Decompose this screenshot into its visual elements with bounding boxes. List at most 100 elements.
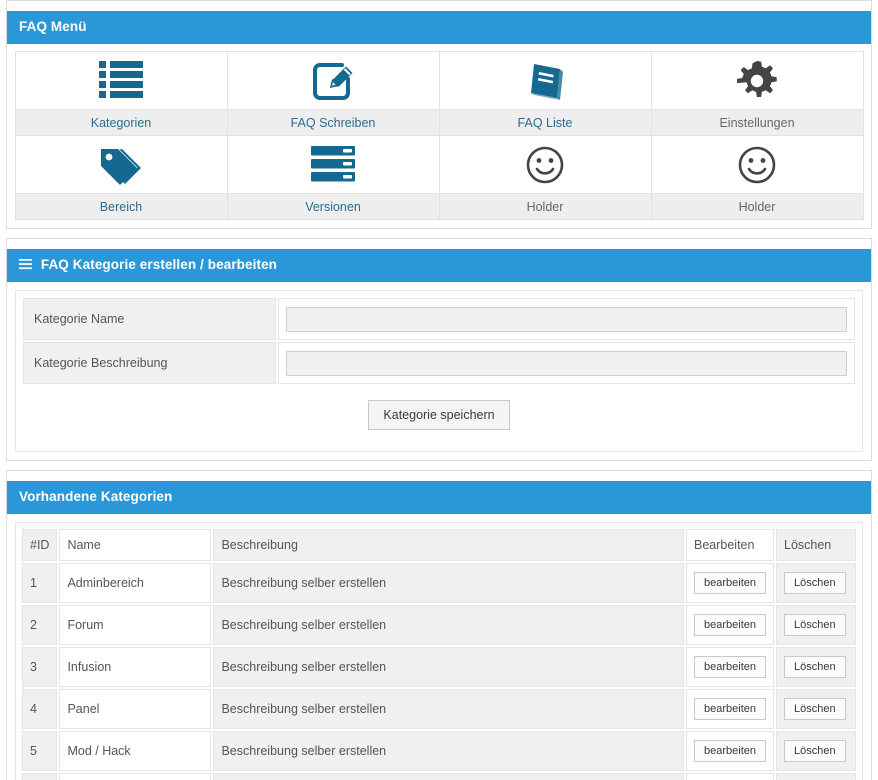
menu-cell-faq-liste-2[interactable]: FAQ Liste	[438, 51, 652, 136]
cell-delete: Löschen	[776, 772, 856, 780]
cell-description: Beschreibung selber erstellen	[213, 730, 684, 771]
cell-edit: bearbeiten	[686, 730, 774, 771]
smiley-icon[interactable]	[651, 136, 863, 193]
existing-categories-panel-title: Vorhandene Kategorien	[19, 489, 173, 504]
cell-name: Theme	[59, 772, 212, 780]
cell-description: Beschreibung selber erstellen	[213, 688, 684, 729]
category-form-panel-title: FAQ Kategorie erstellen / bearbeiten	[40, 256, 278, 272]
cell-delete: Löschen	[776, 562, 856, 603]
category-form-panel-body: Kategorie Name Kategorie Beschreibung Ka…	[7, 282, 871, 460]
faq-menu-panel-header: FAQ Menü	[7, 11, 871, 44]
category-form-panel-header: FAQ Kategorie erstellen / bearbeiten	[7, 248, 871, 282]
edit-button[interactable]: bearbeiten	[694, 613, 766, 636]
cell-edit: bearbeiten	[686, 604, 774, 645]
column-header-c-ds: Beschreibung	[213, 528, 684, 561]
page-root: FAQ Menü Kategorien FAQ Schreiben FAQ Li…	[0, 0, 878, 780]
category-form-table: Kategorie Name Kategorie Beschreibung	[21, 296, 857, 386]
cell-description: Beschreibung selber erstellen	[213, 562, 684, 603]
faq-menu-panel-body: Kategorien FAQ Schreiben FAQ Liste Einst…	[7, 43, 871, 228]
list-icon[interactable]	[15, 52, 227, 109]
menu-label[interactable]: Versionen	[227, 193, 439, 219]
menu-grid: Kategorien FAQ Schreiben FAQ Liste Einst…	[14, 51, 864, 220]
menu-cell-holder-6[interactable]: Holder	[438, 135, 652, 220]
cell-id: 4	[22, 688, 58, 729]
table-row: 4 Panel Beschreibung selber erstellen be…	[22, 688, 856, 729]
cell-id: 5	[22, 730, 58, 771]
menu-label[interactable]: FAQ Schreiben	[227, 109, 439, 135]
gear-icon[interactable]	[651, 52, 863, 109]
menu-label[interactable]: Holder	[651, 193, 863, 219]
cell-name: Infusion	[59, 646, 212, 687]
category-name-input[interactable]	[286, 306, 847, 332]
smiley-icon[interactable]	[439, 136, 651, 193]
menu-label[interactable]: Kategorien	[15, 109, 227, 135]
cell-name: Adminbereich	[59, 562, 212, 603]
category-form: Kategorie Name Kategorie Beschreibung Ka…	[15, 290, 863, 452]
existing-categories-panel: Vorhandene Kategorien #ID Name Beschreib…	[6, 481, 872, 780]
table-row: 3 Infusion Beschreibung selber erstellen…	[22, 646, 856, 687]
menu-cell-faq-schreiben-1[interactable]: FAQ Schreiben	[226, 51, 440, 136]
edit-button[interactable]: bearbeiten	[694, 571, 766, 594]
form-submit-row: Kategorie speichern	[21, 386, 857, 446]
save-category-button[interactable]: Kategorie speichern	[368, 400, 510, 430]
category-form-panel: FAQ Kategorie erstellen / bearbeiten Kat…	[6, 248, 872, 461]
cell-id: 1	[22, 562, 58, 603]
book-icon[interactable]	[439, 52, 651, 109]
form-row: Kategorie Beschreibung	[23, 342, 855, 384]
category-description-input[interactable]	[286, 350, 847, 376]
menu-cell-holder-7[interactable]: Holder	[650, 135, 864, 220]
column-header-c-id: #ID	[22, 528, 58, 561]
menu-label[interactable]: FAQ Liste	[439, 109, 651, 135]
table-row: 6 Theme Beschreibung selber erstellen be…	[22, 772, 856, 780]
cell-name: Panel	[59, 688, 212, 729]
tags-icon[interactable]	[15, 136, 227, 193]
delete-button[interactable]: Löschen	[784, 571, 846, 594]
cell-id: 3	[22, 646, 58, 687]
cell-id: 6	[22, 772, 58, 780]
categories-table-wrapper: #ID Name Beschreibung Bearbeiten Löschen…	[15, 521, 863, 780]
menu-cell-versionen-5[interactable]: Versionen	[226, 135, 440, 220]
edit-button[interactable]: bearbeiten	[694, 655, 766, 678]
table-header-row: #ID Name Beschreibung Bearbeiten Löschen	[22, 528, 856, 561]
menu-cell-kategorien-0[interactable]: Kategorien	[14, 51, 228, 136]
menu-cell-einstellungen-3[interactable]: Einstellungen	[650, 51, 864, 136]
column-header-c-ed: Bearbeiten	[686, 528, 774, 561]
cell-delete: Löschen	[776, 688, 856, 729]
cell-edit: bearbeiten	[686, 688, 774, 729]
edit-button[interactable]: bearbeiten	[694, 697, 766, 720]
faq-menu-panel: FAQ Menü Kategorien FAQ Schreiben FAQ Li…	[6, 11, 872, 229]
cell-name: Mod / Hack	[59, 730, 212, 771]
cell-delete: Löschen	[776, 604, 856, 645]
faq-menu-panel-title: FAQ Menü	[19, 19, 87, 34]
cell-edit: bearbeiten	[686, 772, 774, 780]
cell-edit: bearbeiten	[686, 562, 774, 603]
table-panel-top-strip	[6, 470, 872, 481]
server-icon[interactable]	[227, 136, 439, 193]
column-header-c-nm: Name	[59, 528, 212, 561]
column-header-c-dl: Löschen	[776, 528, 856, 561]
delete-button[interactable]: Löschen	[784, 697, 846, 720]
cell-description: Beschreibung selber erstellen	[213, 772, 684, 780]
cell-name: Forum	[59, 604, 212, 645]
cell-description: Beschreibung selber erstellen	[213, 646, 684, 687]
delete-button[interactable]: Löschen	[784, 739, 846, 762]
edit-icon[interactable]	[227, 52, 439, 109]
cell-delete: Löschen	[776, 646, 856, 687]
cell-description: Beschreibung selber erstellen	[213, 604, 684, 645]
menu-label[interactable]: Holder	[439, 193, 651, 219]
menu-cell-bereich-4[interactable]: Bereich	[14, 135, 228, 220]
existing-categories-panel-body: #ID Name Beschreibung Bearbeiten Löschen…	[7, 513, 871, 780]
delete-button[interactable]: Löschen	[784, 613, 846, 636]
delete-button[interactable]: Löschen	[784, 655, 846, 678]
menu-label[interactable]: Bereich	[15, 193, 227, 219]
cell-id: 2	[22, 604, 58, 645]
field-label: Kategorie Name	[23, 298, 276, 340]
form-panel-top-strip	[6, 237, 872, 249]
table-row: 1 Adminbereich Beschreibung selber erste…	[22, 562, 856, 603]
form-row: Kategorie Name	[23, 298, 855, 340]
edit-button[interactable]: bearbeiten	[694, 739, 766, 762]
field-input-cell	[278, 298, 855, 340]
cell-edit: bearbeiten	[686, 646, 774, 687]
list-bars-icon	[19, 258, 32, 273]
menu-label[interactable]: Einstellungen	[651, 109, 863, 135]
